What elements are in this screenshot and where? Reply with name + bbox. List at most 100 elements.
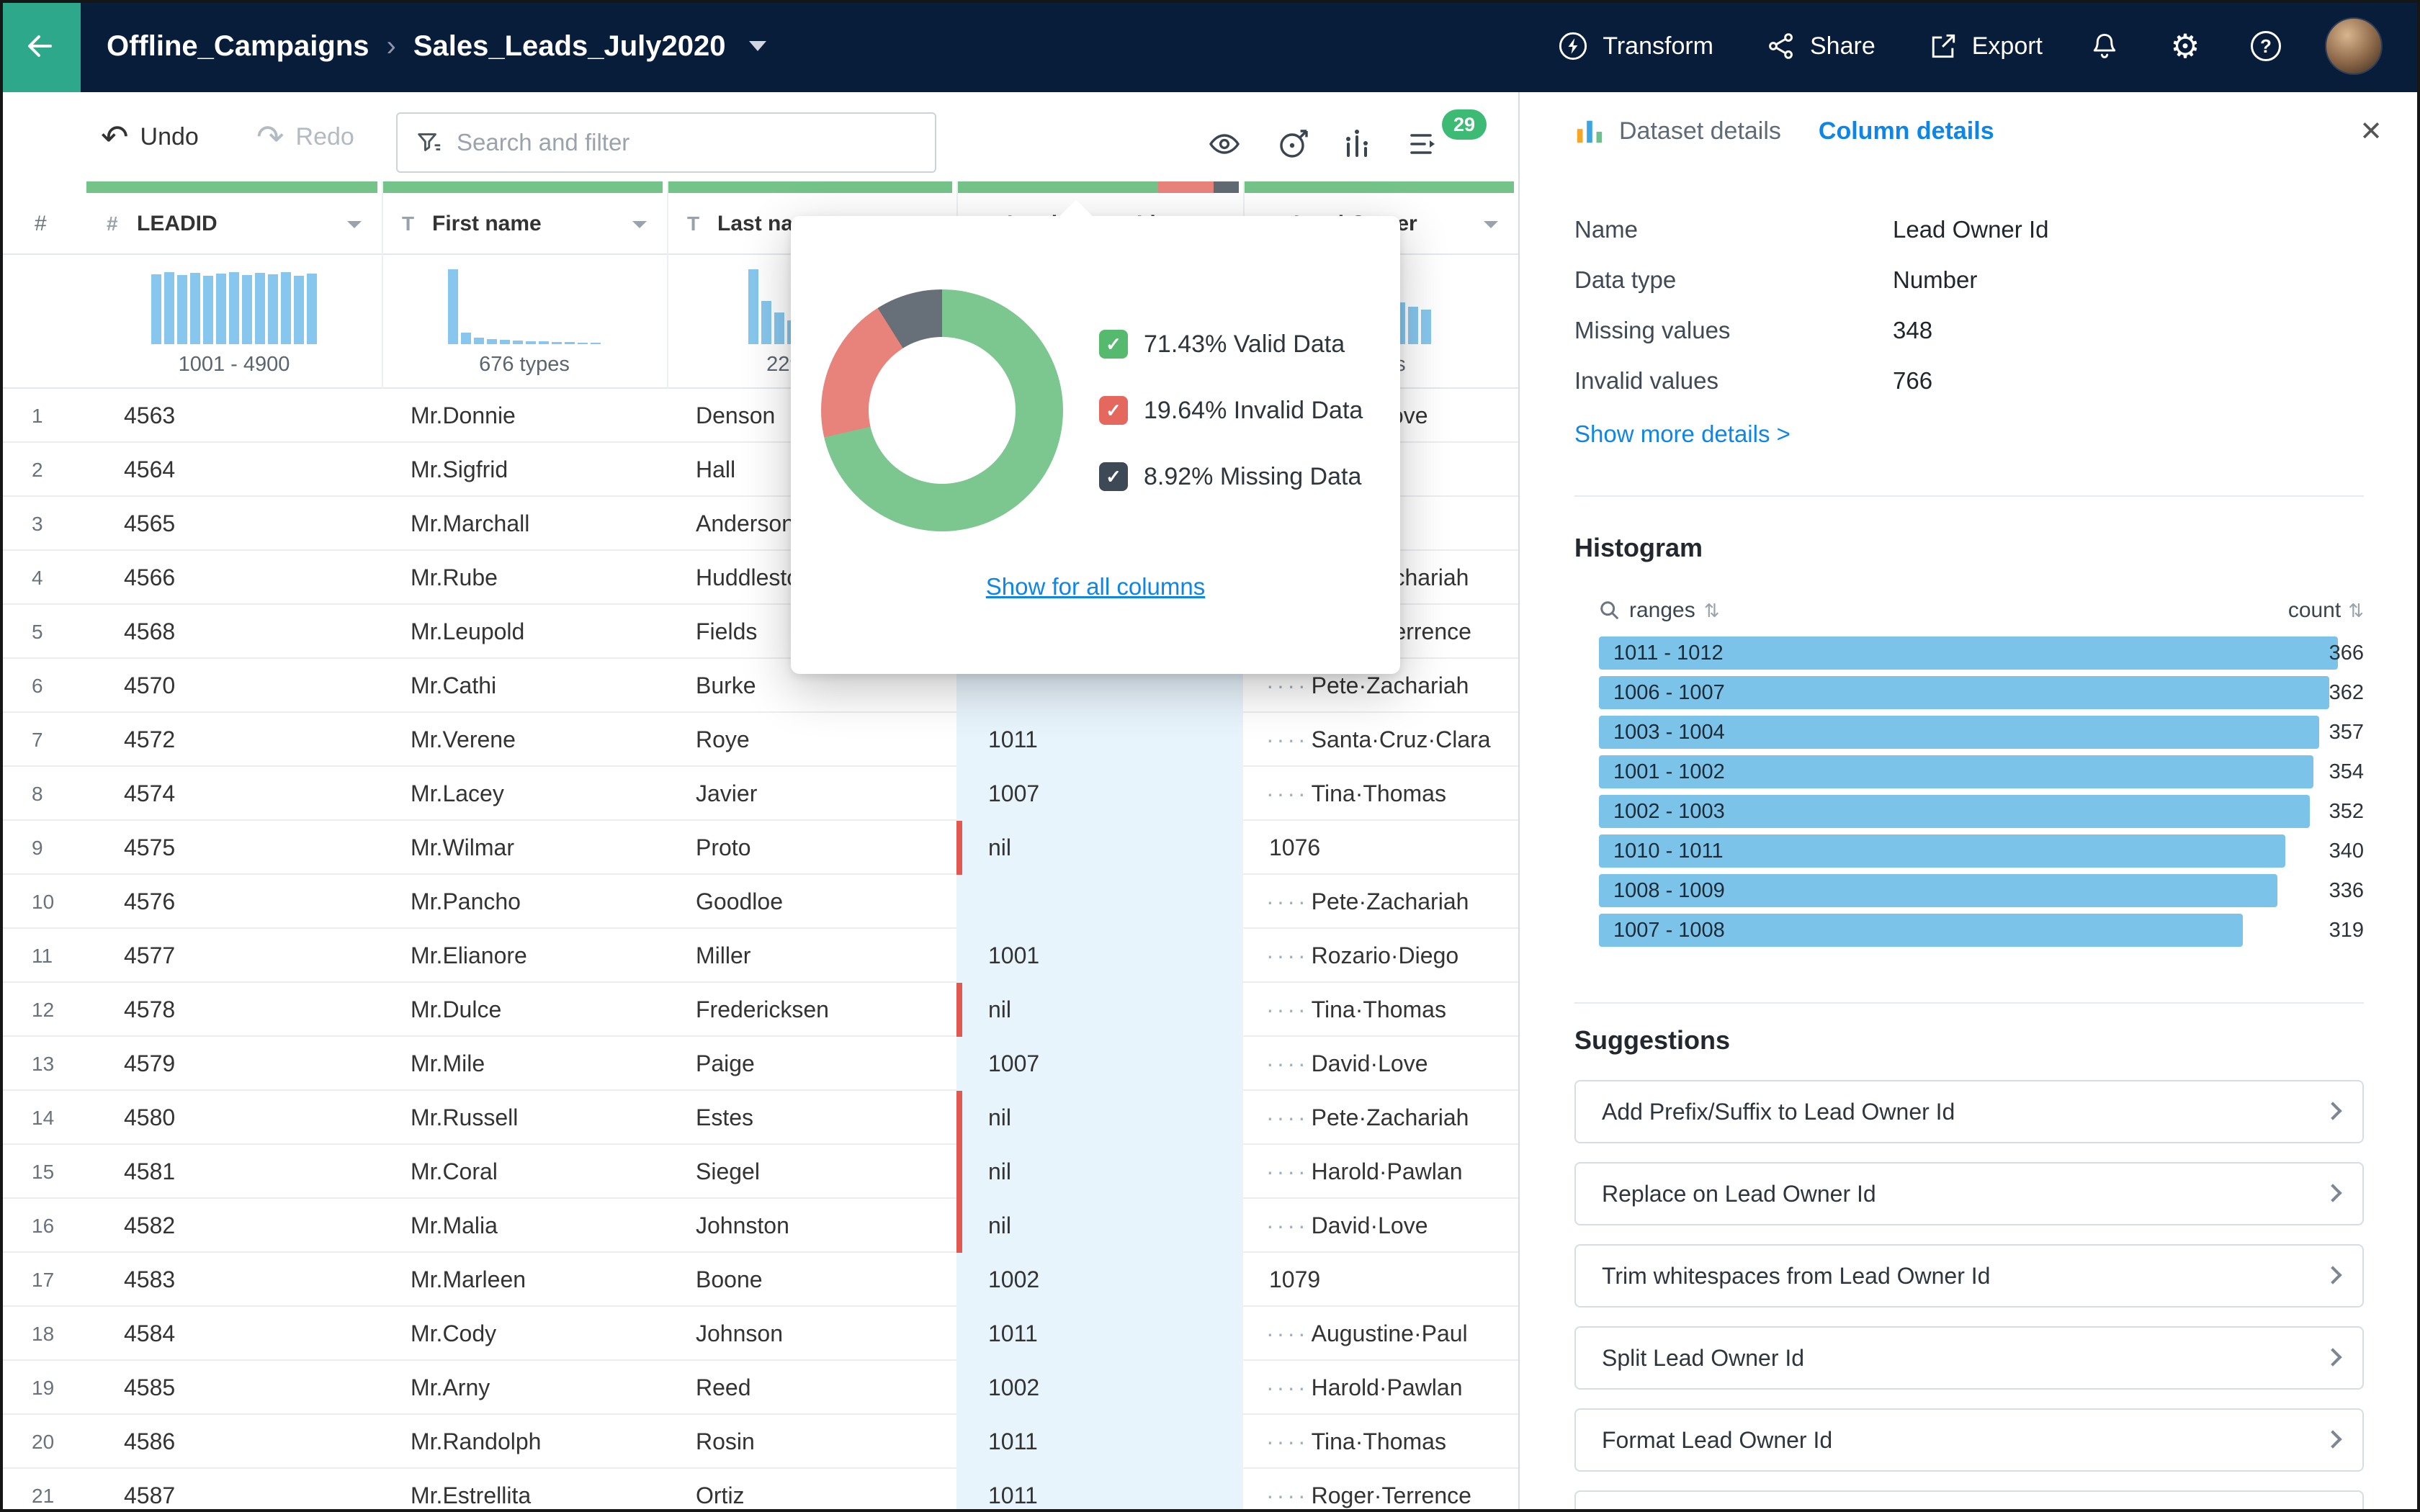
- table-row[interactable]: 13 4579 Mr.Mile Paige 1007 ····David·Lov…: [0, 1037, 1518, 1091]
- cell-leadid[interactable]: 4566: [86, 551, 382, 605]
- breadcrumb-caret-icon[interactable]: [749, 41, 766, 51]
- column-menu-caret-icon[interactable]: [347, 221, 362, 228]
- cell-last-name[interactable]: Johnston: [667, 1199, 956, 1253]
- cell-first-name[interactable]: Mr.Cody: [382, 1307, 667, 1361]
- table-row[interactable]: 8 4574 Mr.Lacey Javier 1007 ····Tina·Tho…: [0, 767, 1518, 821]
- cell-first-name[interactable]: Mr.Malia: [382, 1199, 667, 1253]
- column-header-leadid[interactable]: # LEADID: [86, 193, 382, 255]
- show-more-details-link[interactable]: Show more details >: [1574, 420, 1791, 448]
- steps-count-badge[interactable]: 29: [1442, 109, 1487, 140]
- cell-leadid[interactable]: 4586: [86, 1415, 382, 1469]
- suggestion-card[interactable]: Replace on Lead Owner Id: [1574, 1162, 2364, 1225]
- cell-lead-owner[interactable]: ····Pete·Zachariah: [1243, 875, 1518, 929]
- undo-button[interactable]: ↶ Undo: [101, 92, 199, 181]
- cell-last-name[interactable]: Rosin: [667, 1415, 956, 1469]
- checkbox-icon[interactable]: ✓: [1099, 462, 1128, 491]
- cell-last-name[interactable]: Proto: [667, 821, 956, 875]
- table-row[interactable]: 12 4578 Mr.Dulce Fredericksen nil ····Ti…: [0, 983, 1518, 1037]
- table-row[interactable]: 11 4577 Mr.Elianore Miller 1001 ····Roza…: [0, 929, 1518, 983]
- preview-eye-icon[interactable]: [1207, 127, 1242, 161]
- legend-item[interactable]: ✓ 71.43% Valid Data: [1099, 330, 1363, 359]
- cell-lead-owner-id[interactable]: 1011: [956, 1307, 1243, 1361]
- quality-bar-lead-owner[interactable]: [1243, 181, 1518, 193]
- cell-lead-owner[interactable]: ····Pete·Zachariah: [1243, 1091, 1518, 1145]
- table-row[interactable]: 10 4576 Mr.Pancho Goodloe ····Pete·Zacha…: [0, 875, 1518, 929]
- cell-lead-owner[interactable]: 1076: [1243, 821, 1518, 875]
- cell-first-name[interactable]: Mr.Marleen: [382, 1253, 667, 1307]
- tab-dataset-details[interactable]: Dataset details: [1619, 117, 1781, 145]
- suggestion-card[interactable]: Add Prefix/Suffix to Lead Owner Id: [1574, 1080, 2364, 1143]
- cell-leadid[interactable]: 4581: [86, 1145, 382, 1199]
- suggestion-card[interactable]: Split Lead Owner Id: [1574, 1326, 2364, 1390]
- cell-first-name[interactable]: Mr.Cathi: [382, 659, 667, 713]
- transform-button[interactable]: Transform: [1556, 30, 1713, 63]
- help-button[interactable]: ?: [2247, 27, 2285, 65]
- cell-first-name[interactable]: Mr.Randolph: [382, 1415, 667, 1469]
- cell-leadid[interactable]: 4585: [86, 1361, 382, 1415]
- cell-last-name[interactable]: Boone: [667, 1253, 956, 1307]
- cell-leadid[interactable]: 4583: [86, 1253, 382, 1307]
- cell-leadid[interactable]: 4570: [86, 659, 382, 713]
- cell-first-name[interactable]: Mr.Lacey: [382, 767, 667, 821]
- cell-leadid[interactable]: 4584: [86, 1307, 382, 1361]
- cell-lead-owner[interactable]: 1079: [1243, 1253, 1518, 1307]
- cell-first-name[interactable]: Mr.Estrellita: [382, 1469, 667, 1512]
- histogram-bin-row[interactable]: 1002 - 1003 352: [1599, 795, 2364, 828]
- cell-first-name[interactable]: Mr.Sigfrid: [382, 443, 667, 497]
- table-row[interactable]: 7 4572 Mr.Verene Roye 1011 ····Santa·Cru…: [0, 713, 1518, 767]
- cell-lead-owner[interactable]: ····David·Love: [1243, 1199, 1518, 1253]
- cell-last-name[interactable]: Goodloe: [667, 875, 956, 929]
- cell-first-name[interactable]: Mr.Leupold: [382, 605, 667, 659]
- suggestion-card[interactable]: Format Lead Owner Id: [1574, 1408, 2364, 1472]
- cell-last-name[interactable]: Reed: [667, 1361, 956, 1415]
- cell-lead-owner[interactable]: ····Tina·Thomas: [1243, 767, 1518, 821]
- column-histogram-first-name[interactable]: 676 types: [382, 255, 667, 389]
- share-button[interactable]: Share: [1765, 30, 1876, 62]
- breadcrumb-current[interactable]: Sales_Leads_July2020: [413, 30, 726, 63]
- histogram-bin-row[interactable]: 1003 - 1004 357: [1599, 716, 2364, 749]
- cell-leadid[interactable]: 4565: [86, 497, 382, 551]
- cell-first-name[interactable]: Mr.Pancho: [382, 875, 667, 929]
- cell-leadid[interactable]: 4568: [86, 605, 382, 659]
- cell-lead-owner-id[interactable]: 1002: [956, 1361, 1243, 1415]
- cell-leadid[interactable]: 4564: [86, 443, 382, 497]
- cell-lead-owner[interactable]: ····Harold·Pawlan: [1243, 1361, 1518, 1415]
- cell-lead-owner[interactable]: ····Tina·Thomas: [1243, 1415, 1518, 1469]
- target-icon[interactable]: [1276, 127, 1311, 161]
- quality-bar-last-name[interactable]: [667, 181, 956, 193]
- cell-lead-owner[interactable]: ····Tina·Thomas: [1243, 983, 1518, 1037]
- quality-bar-first-name[interactable]: [382, 181, 667, 193]
- cell-lead-owner-id[interactable]: 1011: [956, 1415, 1243, 1469]
- cell-lead-owner[interactable]: ····Rozario·Diego: [1243, 929, 1518, 983]
- search-box[interactable]: [396, 112, 936, 173]
- cell-lead-owner-id[interactable]: [956, 875, 1243, 929]
- checkbox-icon[interactable]: ✓: [1099, 330, 1128, 359]
- table-row[interactable]: 9 4575 Mr.Wilmar Proto nil 1076: [0, 821, 1518, 875]
- cell-lead-owner-id[interactable]: nil: [956, 983, 1243, 1037]
- column-menu-caret-icon[interactable]: [1484, 221, 1498, 228]
- notifications-button[interactable]: [2086, 27, 2123, 65]
- cell-last-name[interactable]: Paige: [667, 1037, 956, 1091]
- column-menu-caret-icon[interactable]: [632, 221, 647, 228]
- cell-leadid[interactable]: 4580: [86, 1091, 382, 1145]
- cell-last-name[interactable]: Estes: [667, 1091, 956, 1145]
- cell-leadid[interactable]: 4587: [86, 1469, 382, 1512]
- show-all-columns-link[interactable]: Show for all columns: [791, 573, 1400, 600]
- quality-bar-lead-owner-id[interactable]: [956, 181, 1243, 193]
- tab-column-details[interactable]: Column details: [1819, 117, 1994, 145]
- cell-lead-owner-id[interactable]: 1001: [956, 929, 1243, 983]
- cell-lead-owner-id[interactable]: nil: [956, 1091, 1243, 1145]
- breadcrumb-parent[interactable]: Offline_Campaigns: [107, 30, 369, 63]
- cell-leadid[interactable]: 4578: [86, 983, 382, 1037]
- cell-lead-owner-id[interactable]: 1007: [956, 1037, 1243, 1091]
- table-row[interactable]: 19 4585 Mr.Arny Reed 1002 ····Harold·Paw…: [0, 1361, 1518, 1415]
- cell-last-name[interactable]: Siegel: [667, 1145, 956, 1199]
- legend-item[interactable]: ✓ 19.64% Invalid Data: [1099, 396, 1363, 425]
- cell-leadid[interactable]: 4572: [86, 713, 382, 767]
- count-column-label[interactable]: count: [2288, 598, 2341, 623]
- cell-first-name[interactable]: Mr.Russell: [382, 1091, 667, 1145]
- cell-lead-owner-id[interactable]: nil: [956, 821, 1243, 875]
- cell-last-name[interactable]: Javier: [667, 767, 956, 821]
- table-row[interactable]: 21 4587 Mr.Estrellita Ortiz 1011 ····Rog…: [0, 1469, 1518, 1512]
- cell-leadid[interactable]: 4577: [86, 929, 382, 983]
